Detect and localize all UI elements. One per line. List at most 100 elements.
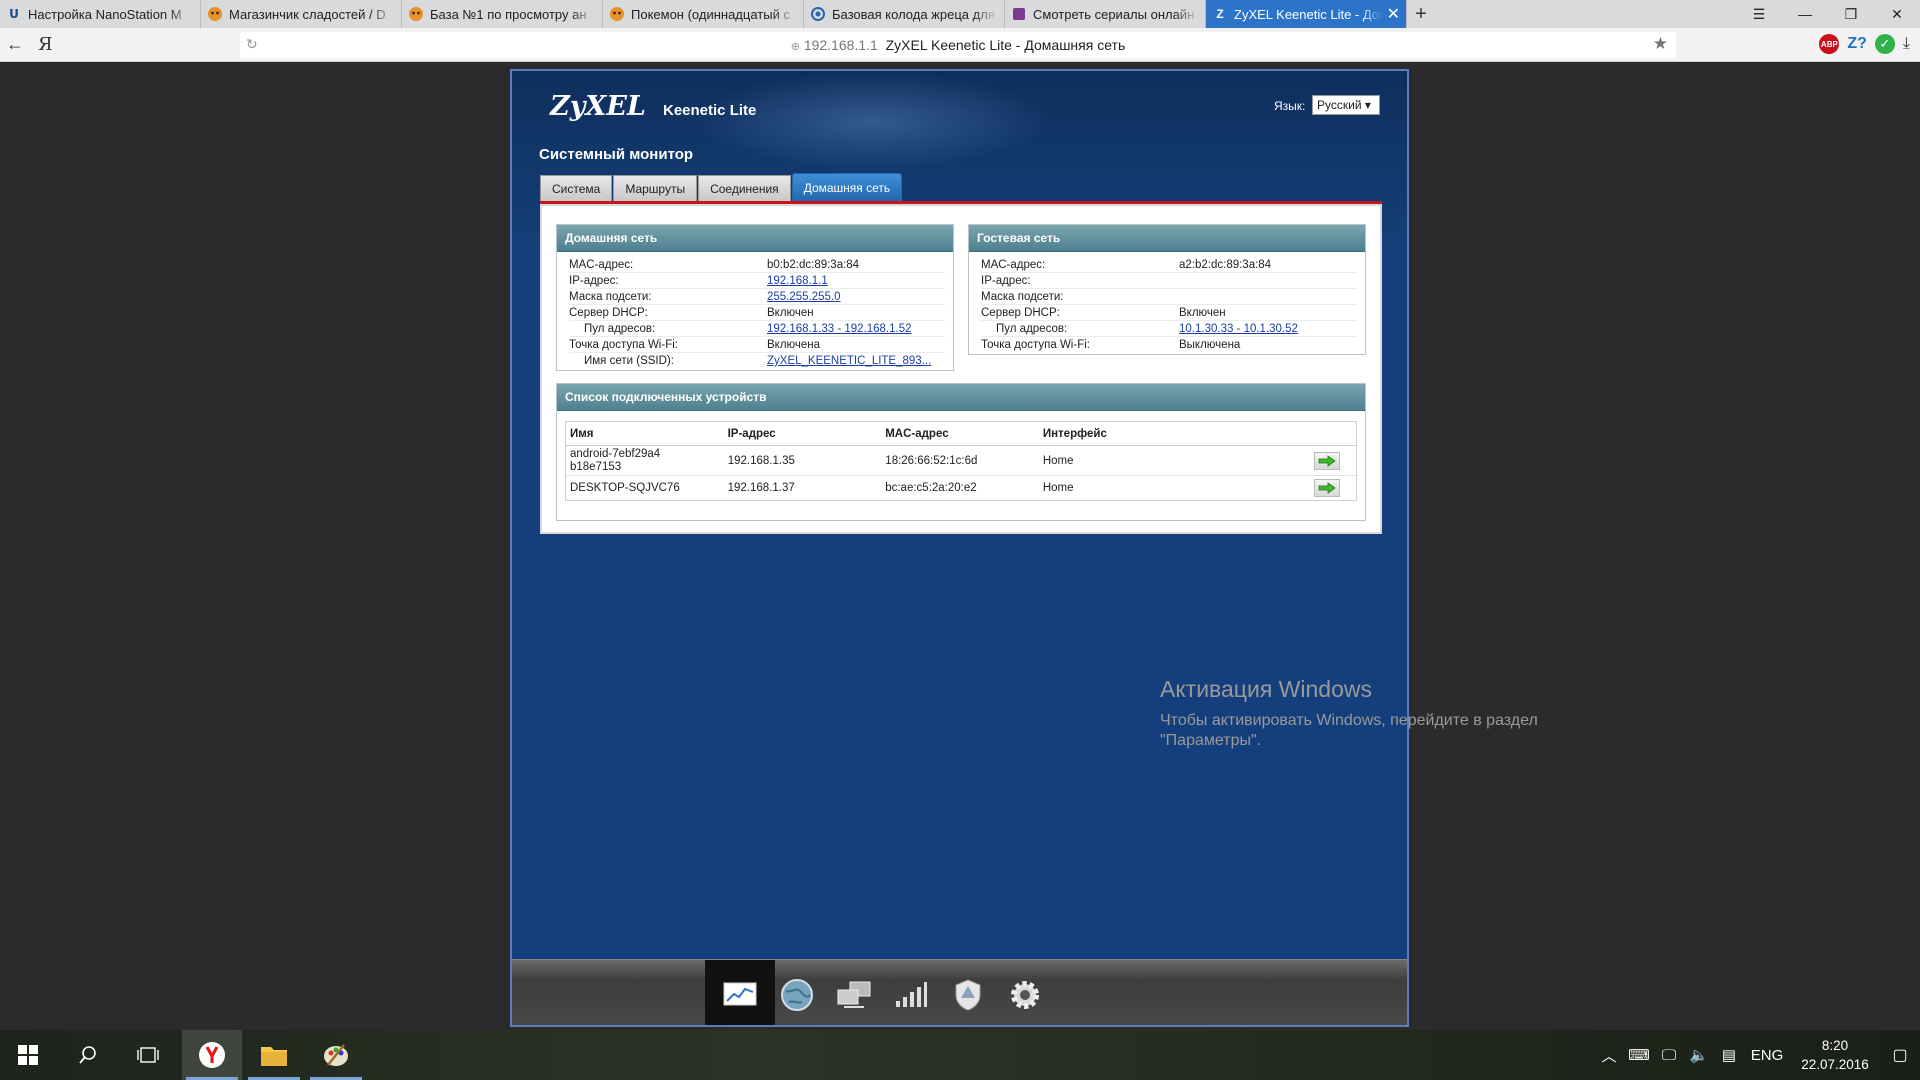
device-name: android-7ebf29a4b18e7153 bbox=[570, 447, 661, 473]
system-tray: ︿ ⌨ 🖵 🔈 ▤ ENG 8:20 22.07.2016 ▢ bbox=[1594, 1030, 1920, 1080]
device-mac: bc:ae:c5:2a:20:e2 bbox=[885, 482, 977, 494]
close-tab-icon[interactable]: ✕ bbox=[1387, 4, 1400, 24]
windows-activation-watermark: Активация Windows Чтобы активировать Win… bbox=[1160, 676, 1538, 751]
keyboard-icon[interactable]: ⌨ bbox=[1624, 1046, 1654, 1064]
kv-key: Точка доступа Wi-Fi: bbox=[569, 338, 678, 351]
table-row: DESKTOP-SQJVC76 192.168.1.37 bc:ae:c5:2a… bbox=[566, 476, 1356, 500]
browser-tab[interactable]: База №1 по просмотру ан bbox=[402, 0, 603, 28]
network-tray-icon[interactable]: 🖵 bbox=[1654, 1047, 1684, 1064]
swirl-icon bbox=[810, 6, 826, 22]
arrow-right-icon[interactable] bbox=[1314, 451, 1341, 470]
bookmark-star-icon[interactable]: ★ bbox=[1653, 34, 1668, 54]
kv-row: MAC-адрес: a2:b2:dc:89:3a:84 bbox=[981, 257, 1357, 273]
arrow-right-icon[interactable] bbox=[1314, 479, 1341, 497]
yandex-button[interactable]: Я bbox=[38, 34, 53, 55]
devices-panel: Список подключенных устройств Имя IP-адр… bbox=[556, 383, 1366, 521]
kv-row: IP-адрес: 192.168.1.1 bbox=[569, 273, 945, 289]
pool-link[interactable]: 10.1.30.33 - 10.1.30.52 bbox=[1179, 323, 1357, 335]
device-action bbox=[1298, 479, 1356, 497]
clock-time: 8:20 bbox=[1821, 1038, 1849, 1053]
kv-row: Точка доступа Wi-Fi: Выключена bbox=[981, 337, 1357, 353]
volume-icon[interactable]: 🔈 bbox=[1684, 1046, 1714, 1064]
browser-tab[interactable]: Базовая колода жреца для bbox=[804, 0, 1005, 28]
close-window-icon[interactable]: ✕ bbox=[1874, 0, 1920, 28]
clock[interactable]: 8:20 22.07.2016 bbox=[1790, 1036, 1880, 1074]
chevron-up-icon[interactable]: ︿ bbox=[1594, 1045, 1624, 1066]
notification-message-icon[interactable]: ▤ bbox=[1714, 1046, 1744, 1064]
tiger-icon bbox=[408, 6, 424, 22]
model-name: Keenetic Lite bbox=[663, 102, 757, 119]
language-select[interactable]: Русский ▾ bbox=[1312, 95, 1380, 115]
device-name: DESKTOP-SQJVC76 bbox=[570, 482, 680, 494]
kv-key: Маска подсети: bbox=[981, 290, 1064, 303]
task-view-icon[interactable] bbox=[120, 1030, 176, 1080]
kv-row: Имя сети (SSID): ZyXEL_KEENETIC_LITE_893.… bbox=[569, 353, 945, 369]
kv-row: Маска подсети: bbox=[981, 289, 1357, 305]
ip-link[interactable]: 192.168.1.1 bbox=[767, 275, 945, 287]
ubiquiti-icon: U bbox=[9, 7, 19, 21]
kv-key: MAC-адрес: bbox=[981, 258, 1046, 271]
tab-system[interactable]: Система bbox=[540, 175, 613, 201]
pool-link[interactable]: 192.168.1.33 - 192.168.1.52 bbox=[767, 323, 945, 335]
table-header: Имя IP-адрес MAC-адрес Интерфейс bbox=[566, 422, 1356, 446]
paint-app-icon[interactable] bbox=[306, 1030, 366, 1080]
tab-connections[interactable]: Соединения bbox=[698, 175, 791, 201]
url-text: ⊕ 192.168.1.1 ZyXEL Keenetic Lite - Дома… bbox=[240, 37, 1676, 53]
tab-routes[interactable]: Маршруты bbox=[613, 175, 698, 201]
start-button[interactable] bbox=[0, 1030, 56, 1080]
new-tab-button[interactable]: + bbox=[1407, 0, 1435, 28]
url-page-title: ZyXEL Keenetic Lite - Домашняя сеть bbox=[885, 37, 1126, 53]
file-explorer-icon[interactable] bbox=[244, 1030, 304, 1080]
language-indicator[interactable]: ENG bbox=[1744, 1047, 1790, 1064]
zenmate-icon[interactable]: Z? bbox=[1847, 35, 1867, 53]
kv-key: Пул адресов: bbox=[996, 322, 1068, 335]
tab-content: Домашняя сеть MAC-адрес: b0:b2:dc:89:3a:8… bbox=[540, 204, 1382, 534]
zyxel-icon: Z bbox=[1216, 7, 1224, 21]
ssid-link[interactable]: ZyXEL_KEENETIC_LITE_893... bbox=[767, 355, 945, 367]
device-ip: 192.168.1.35 bbox=[727, 454, 795, 467]
router-bottom-toolbar bbox=[512, 959, 1407, 1025]
kv-key: Сервер DHCP: bbox=[569, 306, 648, 319]
kv-row: MAC-адрес: b0:b2:dc:89:3a:84 bbox=[569, 257, 945, 273]
back-button[interactable]: ← bbox=[6, 34, 24, 55]
col-header: Интерфейс bbox=[1042, 427, 1107, 440]
kv-row: Точка доступа Wi-Fi: Включена bbox=[569, 337, 945, 353]
browser-tab[interactable]: Магазинчик сладостей / D bbox=[201, 0, 402, 28]
search-icon[interactable] bbox=[60, 1030, 116, 1080]
adblock-icon[interactable]: ABP bbox=[1819, 34, 1840, 54]
tab-home-network[interactable]: Домашняя сеть bbox=[791, 173, 903, 201]
tab-title: База №1 по просмотру ан bbox=[430, 6, 587, 22]
browser-tab[interactable]: Покемон (одиннадцатый с bbox=[603, 0, 804, 28]
browser-tab[interactable]: U Настройка NanoStation M bbox=[0, 0, 201, 28]
extension-icons: ABP Z? ✓ ⤓ bbox=[1819, 34, 1910, 54]
page-title: Системный монитор bbox=[539, 146, 694, 163]
action-center-icon[interactable]: ▢ bbox=[1880, 1045, 1920, 1065]
download-icon[interactable]: ⤓ bbox=[1903, 35, 1910, 53]
col-header: IP-адрес bbox=[727, 427, 776, 440]
browser-tab-active[interactable]: Z ZyXEL Keenetic Lite - Дом ✕ bbox=[1206, 0, 1407, 28]
col-header: Имя bbox=[570, 427, 594, 440]
yandex-browser-taskbar-icon[interactable] bbox=[182, 1030, 242, 1080]
kv-key: Точка доступа Wi-Fi: bbox=[981, 339, 1090, 351]
kv-row: Пул адресов: 10.1.30.33 - 10.1.30.52 bbox=[981, 321, 1357, 337]
tiger-icon bbox=[207, 6, 223, 22]
panel-title: Гостевая сеть bbox=[969, 225, 1365, 252]
gear-icon[interactable] bbox=[990, 960, 1060, 1025]
kv-key: MAC-адрес: bbox=[569, 258, 634, 271]
kv-row: Пул адресов: 192.168.1.33 - 192.168.1.52 bbox=[569, 321, 945, 337]
kv-key: IP-адрес: bbox=[981, 274, 1031, 287]
url-field[interactable]: ↻ ⊕ 192.168.1.1 ZyXEL Keenetic Lite - До… bbox=[240, 32, 1676, 58]
device-action bbox=[1298, 451, 1356, 470]
table-row: android-7ebf29a4b18e7153 192.168.1.35 18… bbox=[566, 446, 1356, 476]
language-label: Язык: bbox=[1274, 99, 1306, 113]
minimize-icon[interactable]: — bbox=[1782, 0, 1828, 28]
restore-icon[interactable]: ❐ bbox=[1828, 0, 1874, 28]
browser-tab[interactable]: Смотреть сериалы онлайн bbox=[1005, 0, 1206, 28]
mask-link[interactable]: 255.255.255.0 bbox=[767, 291, 945, 303]
check-extension-icon[interactable]: ✓ bbox=[1874, 34, 1895, 54]
menu-icon[interactable]: ☰ bbox=[1736, 0, 1782, 28]
kv-key: IP-адрес: bbox=[569, 274, 619, 287]
windows-taskbar: ︿ ⌨ 🖵 🔈 ▤ ENG 8:20 22.07.2016 ▢ bbox=[0, 1030, 1920, 1080]
tab-title: ZyXEL Keenetic Lite - Дом bbox=[1234, 6, 1383, 22]
kv-value: Включена bbox=[767, 338, 821, 351]
